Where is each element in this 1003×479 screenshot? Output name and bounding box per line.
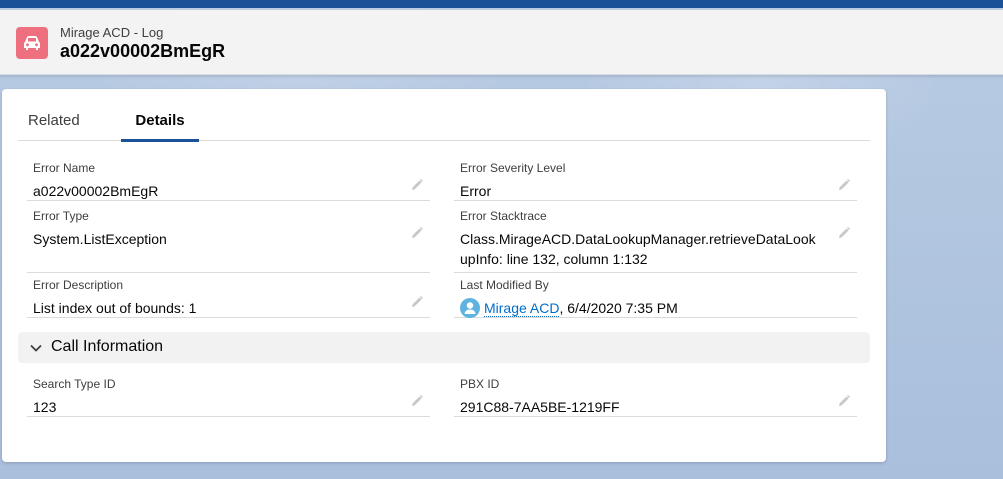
field-label: PBX ID: [460, 377, 500, 391]
field-pbx-id: PBX ID 291C88-7AA5BE-1219FF: [454, 377, 857, 417]
pencil-icon[interactable]: [837, 394, 851, 408]
field-value: System.ListException: [33, 231, 167, 247]
chevron-down-icon: [30, 344, 42, 352]
field-value: 291C88-7AA5BE-1219FF: [460, 399, 620, 415]
tab-related[interactable]: Related: [28, 89, 80, 141]
tab-bar: Related Details: [18, 89, 870, 142]
field-error-severity: Error Severity Level Error: [454, 161, 857, 201]
top-bar: [0, 0, 1003, 8]
user-avatar-icon: [460, 298, 480, 319]
page-title: a022v00002BmEgR: [60, 41, 226, 61]
object-type-label: Mirage ACD - Log: [60, 25, 164, 40]
field-value: 123: [33, 399, 57, 415]
field-value: List index out of bounds: 1: [33, 300, 197, 316]
field-label: Search Type ID: [33, 377, 116, 391]
active-tab-indicator: [121, 139, 199, 142]
field-error-name: Error Name a022v00002BmEgR: [27, 161, 430, 201]
field-label: Error Severity Level: [460, 161, 566, 175]
field-error-type: Error Type System.ListException: [27, 209, 430, 273]
field-label: Error Description: [33, 278, 124, 292]
car-icon: [16, 27, 48, 59]
pencil-icon[interactable]: [410, 295, 424, 309]
pencil-icon[interactable]: [837, 226, 851, 240]
field-label: Error Type: [33, 209, 89, 223]
field-label: Error Name: [33, 161, 96, 175]
field-label: Last Modified By: [460, 278, 549, 292]
field-error-description: Error Description List index out of boun…: [27, 278, 430, 318]
pencil-icon[interactable]: [410, 226, 424, 240]
tab-details[interactable]: Details: [121, 89, 199, 142]
field-value: Mirage ACD, 6/4/2020 7:35 PM: [460, 298, 678, 319]
stacktrace-line-2: upInfo: line 132, column 1:132: [460, 251, 648, 267]
stacktrace-line-1: Class.MirageACD.DataLookupManager.retrie…: [460, 231, 816, 247]
field-value: Class.MirageACD.DataLookupManager.retrie…: [460, 229, 816, 269]
field-search-type-id: Search Type ID 123: [27, 377, 430, 417]
field-value: a022v00002BmEgR: [33, 183, 159, 199]
pencil-icon[interactable]: [410, 178, 424, 192]
details-card: Related Details Error Name a022v00002BmE…: [2, 89, 886, 462]
modified-date: , 6/4/2020 7:35 PM: [559, 300, 678, 316]
record-header: Mirage ACD - Log a022v00002BmEgR: [0, 10, 1003, 75]
pencil-icon[interactable]: [410, 394, 424, 408]
user-link[interactable]: Mirage ACD: [484, 300, 560, 317]
section-call-information[interactable]: Call Information: [18, 332, 870, 363]
pencil-icon[interactable]: [837, 178, 851, 192]
tab-details-label: Details: [135, 112, 185, 129]
field-label: Error Stacktrace: [460, 209, 547, 223]
field-value: Error: [460, 183, 492, 199]
field-error-stacktrace: Error Stacktrace Class.MirageACD.DataLoo…: [454, 209, 857, 273]
field-last-modified: Last Modified By Mirage ACD, 6/4/2020 7:…: [454, 278, 857, 319]
section-title: Call Information: [51, 338, 164, 355]
